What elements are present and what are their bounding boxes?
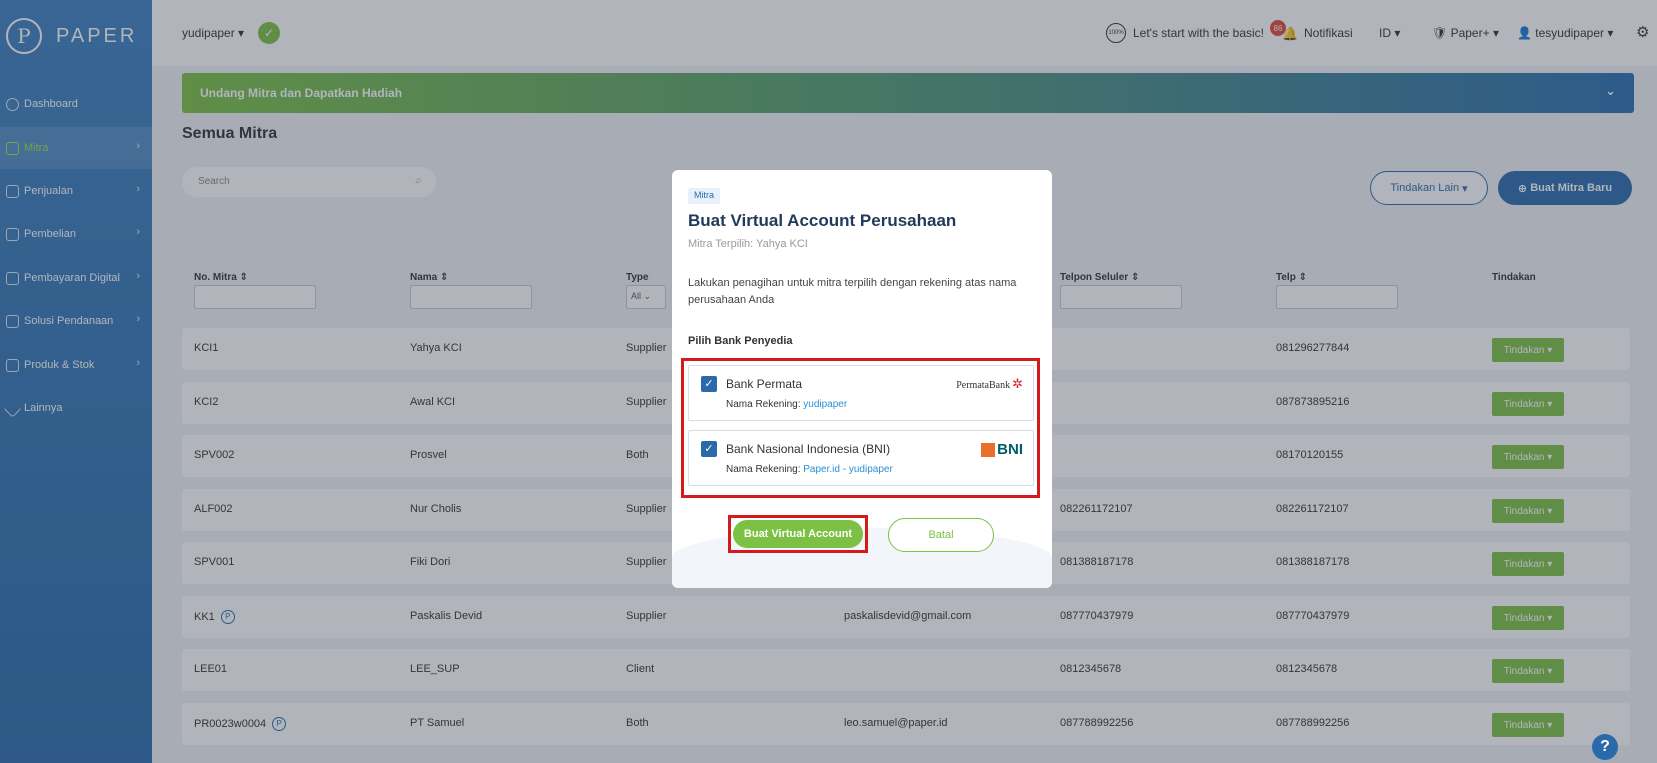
bank-section-label: Pilih Bank Penyedia bbox=[688, 335, 793, 347]
cancel-button[interactable]: Batal bbox=[888, 518, 994, 552]
account-name: Paper.id - yudipaper bbox=[803, 464, 893, 475]
bank-name: Bank Permata bbox=[726, 377, 803, 391]
logo-text: BNI bbox=[997, 441, 1023, 458]
modal-description: Lakukan penagihan untuk mitra terpilih d… bbox=[688, 277, 1017, 306]
bank-option-bni[interactable]: ✓ Bank Nasional Indonesia (BNI) Nama Rek… bbox=[688, 430, 1034, 486]
bank-account: Nama Rekening: Paper.id - yudipaper bbox=[726, 464, 893, 475]
bni-logo: BNI bbox=[981, 441, 1023, 458]
create-virtual-account-button[interactable]: Buat Virtual Account bbox=[733, 520, 863, 548]
account-name: yudipaper bbox=[803, 399, 848, 410]
modal-title: Buat Virtual Account Perusahaan bbox=[688, 211, 957, 230]
account-label: Nama Rekening: bbox=[726, 399, 801, 410]
bank-account: Nama Rekening: yudipaper bbox=[726, 399, 847, 410]
account-label: Nama Rekening: bbox=[726, 464, 801, 475]
checkbox-checked-icon[interactable]: ✓ bbox=[701, 376, 717, 392]
logo-text: PermataBank bbox=[956, 380, 1011, 391]
permata-bank-logo: PermataBank ✲ bbox=[956, 376, 1023, 391]
checkbox-checked-icon[interactable]: ✓ bbox=[701, 441, 717, 457]
modal-tag: Mitra bbox=[688, 188, 720, 204]
bank-option-permata[interactable]: ✓ Bank Permata Nama Rekening: yudipaper … bbox=[688, 365, 1034, 421]
highlight-box-create-button: Buat Virtual Account bbox=[728, 515, 868, 553]
bank-name: Bank Nasional Indonesia (BNI) bbox=[726, 442, 891, 456]
help-button[interactable]: ? bbox=[1592, 734, 1618, 760]
modal-subtitle: Mitra Terpilih: Yahya KCI bbox=[688, 238, 808, 250]
virtual-account-modal: Mitra Buat Virtual Account Perusahaan Mi… bbox=[672, 170, 1052, 588]
